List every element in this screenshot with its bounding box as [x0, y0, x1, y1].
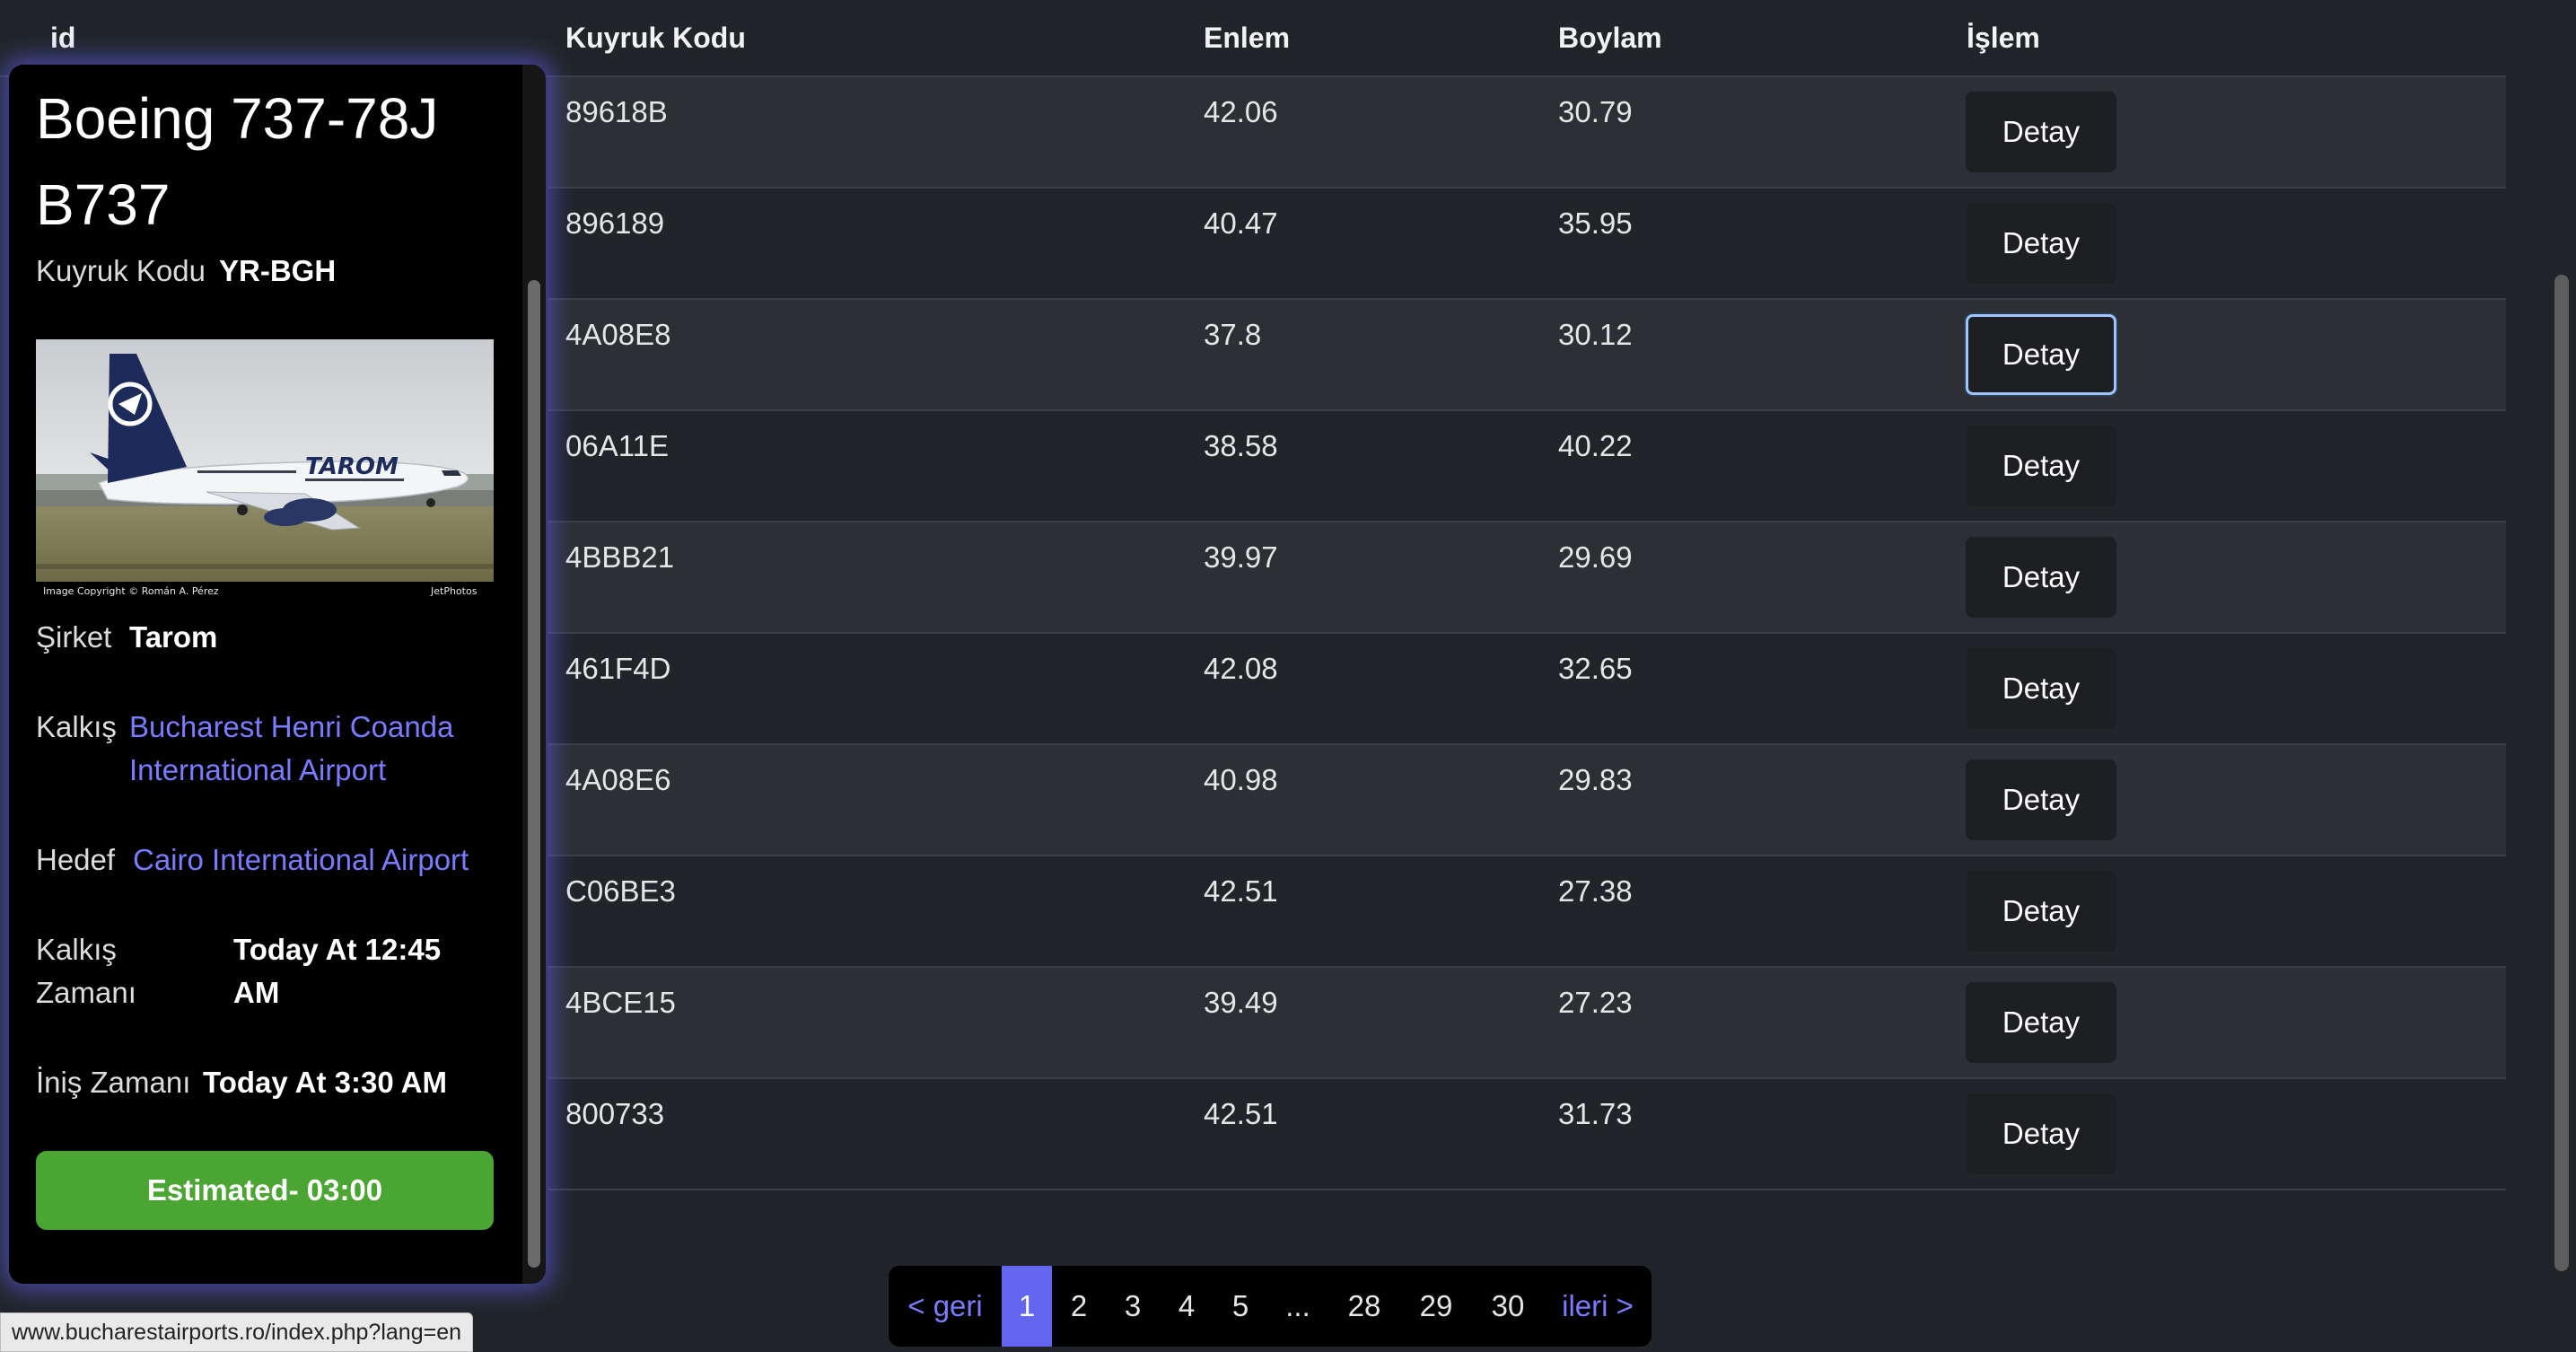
table-row: 06A11E 38.58 40.22 Detay — [548, 411, 2506, 522]
cell-longitude: 32.65 — [1558, 652, 1633, 685]
header-latitude: Enlem — [1204, 22, 1291, 54]
header-id: id — [50, 22, 76, 54]
pagination-next[interactable]: ileri > — [1544, 1266, 1652, 1347]
cell-longitude: 40.22 — [1558, 429, 1633, 462]
table-row: 461F4D 42.08 32.65 Detay — [548, 634, 2506, 745]
detail-button[interactable]: Detay — [1966, 871, 2116, 952]
link-preview-url: www.bucharestairports.ro/index.php?lang=… — [0, 1312, 474, 1352]
header-tail-code: Kuyruk Kodu — [565, 22, 746, 54]
detail-button[interactable]: Detay — [1966, 648, 2116, 729]
cell-latitude: 40.47 — [1204, 206, 1278, 240]
header-action: İşlem — [1967, 22, 2040, 54]
pagination: < geri 1 2 3 4 5 ... 28 29 30 ileri > — [889, 1266, 1652, 1347]
departure-time-line1: Today At 12:45 — [233, 933, 442, 966]
livery-text: TAROM — [305, 453, 399, 480]
cell-latitude: 39.49 — [1204, 986, 1278, 1019]
table-row: 4A08E8 37.8 30.12 Detay — [548, 300, 2506, 411]
cell-tail-code: 89618B — [565, 95, 668, 128]
departure-label: Kalkış — [36, 710, 117, 743]
cell-latitude: 40.98 — [1204, 763, 1278, 796]
departure-time-line2: AM — [233, 976, 280, 1009]
departure-airport-line2: International Airport — [129, 753, 387, 786]
table-row: 896189 40.47 35.95 Detay — [548, 189, 2506, 300]
cell-latitude: 42.51 — [1204, 874, 1278, 908]
table-row: 4BBB21 39.97 29.69 Detay — [548, 522, 2506, 634]
cell-tail-code: C06BE3 — [565, 874, 676, 908]
header-longitude: Boylam — [1558, 22, 1662, 54]
table-row: 89618B 42.06 30.79 Detay — [548, 77, 2506, 189]
departure-time-label-line1: Kalkış — [36, 933, 117, 966]
cell-tail-code: 4BBB21 — [565, 540, 675, 574]
arrival-time-value: Today At 3:30 AM — [203, 1066, 447, 1099]
aircraft-type-code: B737 — [36, 172, 171, 237]
cell-tail-code: 461F4D — [565, 652, 671, 685]
cell-tail-code: 4A08E6 — [565, 763, 671, 796]
departure-time-label-line2: Zamanı — [36, 976, 136, 1009]
cell-longitude: 27.23 — [1558, 986, 1633, 1019]
cell-latitude: 42.06 — [1204, 95, 1278, 128]
pagination-page-2[interactable]: 2 — [1052, 1266, 1106, 1347]
cell-tail-code: 4BCE15 — [565, 986, 676, 1019]
aircraft-title: Boeing 737-78J B737 — [36, 75, 503, 248]
tail-code-label: Kuyruk Kodu — [36, 254, 206, 287]
table-row: 4BCE15 39.49 27.23 Detay — [548, 968, 2506, 1079]
cell-latitude: 38.58 — [1204, 429, 1278, 462]
detail-button-focused[interactable]: Detay — [1966, 314, 2116, 395]
pagination-page-3[interactable]: 3 — [1106, 1266, 1160, 1347]
cell-longitude: 30.79 — [1558, 95, 1633, 128]
page-scrollbar-thumb[interactable] — [2554, 275, 2569, 1271]
card-scrollbar-thumb[interactable] — [528, 280, 540, 1268]
cell-tail-code: 800733 — [565, 1097, 665, 1130]
airline-label: Şirket — [36, 620, 112, 654]
table-row: C06BE3 42.51 27.38 Detay — [548, 856, 2506, 968]
pagination-page-4[interactable]: 4 — [1160, 1266, 1214, 1347]
pagination-page-30[interactable]: 30 — [1472, 1266, 1544, 1347]
destination-airport-link[interactable]: Cairo International Airport — [133, 838, 469, 882]
cell-latitude: 42.08 — [1204, 652, 1278, 685]
pagination-page-5[interactable]: 5 — [1214, 1266, 1267, 1347]
cell-longitude: 27.38 — [1558, 874, 1633, 908]
departure-time-value: Today At 12:45 AM — [233, 928, 441, 1014]
photo-credit: Image Copyright © Román A. Pérez — [43, 585, 219, 597]
flight-status-badge: Estimated- 03:00 — [36, 1151, 494, 1230]
airline-value: Tarom — [129, 620, 218, 654]
detail-button[interactable]: Detay — [1966, 537, 2116, 618]
photo-source: JetPhotos — [430, 585, 478, 597]
detail-button[interactable]: Detay — [1966, 92, 2116, 172]
aircraft-photo: TAROM Image Copyright © Román A. Pérez J… — [36, 339, 494, 600]
pagination-prev[interactable]: < geri — [889, 1266, 1002, 1347]
cell-latitude: 37.8 — [1204, 318, 1262, 351]
detail-button[interactable]: Detay — [1966, 759, 2116, 840]
destination-label: Hedef — [36, 843, 116, 876]
cell-longitude: 35.95 — [1558, 206, 1633, 240]
departure-airport-line1: Bucharest Henri Coanda — [129, 710, 454, 743]
pagination-page-28[interactable]: 28 — [1328, 1266, 1400, 1347]
card-scrollbar[interactable] — [522, 65, 546, 1284]
cell-longitude: 30.12 — [1558, 318, 1633, 351]
cell-tail-code: 896189 — [565, 206, 665, 240]
detail-button[interactable]: Detay — [1966, 203, 2116, 284]
pagination-ellipsis: ... — [1285, 1289, 1310, 1322]
cell-latitude: 39.97 — [1204, 540, 1278, 574]
pagination-page-29[interactable]: 29 — [1400, 1266, 1472, 1347]
cell-longitude: 29.69 — [1558, 540, 1633, 574]
table-row: 800733 42.51 31.73 Detay — [548, 1079, 2506, 1190]
cell-latitude: 42.51 — [1204, 1097, 1278, 1130]
aircraft-model: Boeing 737-78J — [36, 86, 439, 151]
departure-time-label: Kalkış Zamanı — [36, 928, 136, 1014]
detail-button[interactable]: Detay — [1966, 982, 2116, 1063]
detail-button[interactable]: Detay — [1966, 1093, 2116, 1174]
departure-airport-link[interactable]: Bucharest Henri Coanda International Air… — [129, 706, 453, 792]
arrival-time-label: İniş Zamanı — [36, 1066, 191, 1099]
tail-code-value: YR-BGH — [219, 254, 337, 287]
flight-detail-card: Boeing 737-78J B737 Kuyruk Kodu YR-BGH T… — [9, 65, 546, 1284]
cell-longitude: 31.73 — [1558, 1097, 1633, 1130]
table-row: 4A08E6 40.98 29.83 Detay — [548, 745, 2506, 856]
cell-tail-code: 06A11E — [565, 429, 669, 462]
cell-tail-code: 4A08E8 — [565, 318, 671, 351]
pagination-page-1[interactable]: 1 — [1002, 1266, 1052, 1347]
detail-button[interactable]: Detay — [1966, 426, 2116, 506]
cell-longitude: 29.83 — [1558, 763, 1633, 796]
